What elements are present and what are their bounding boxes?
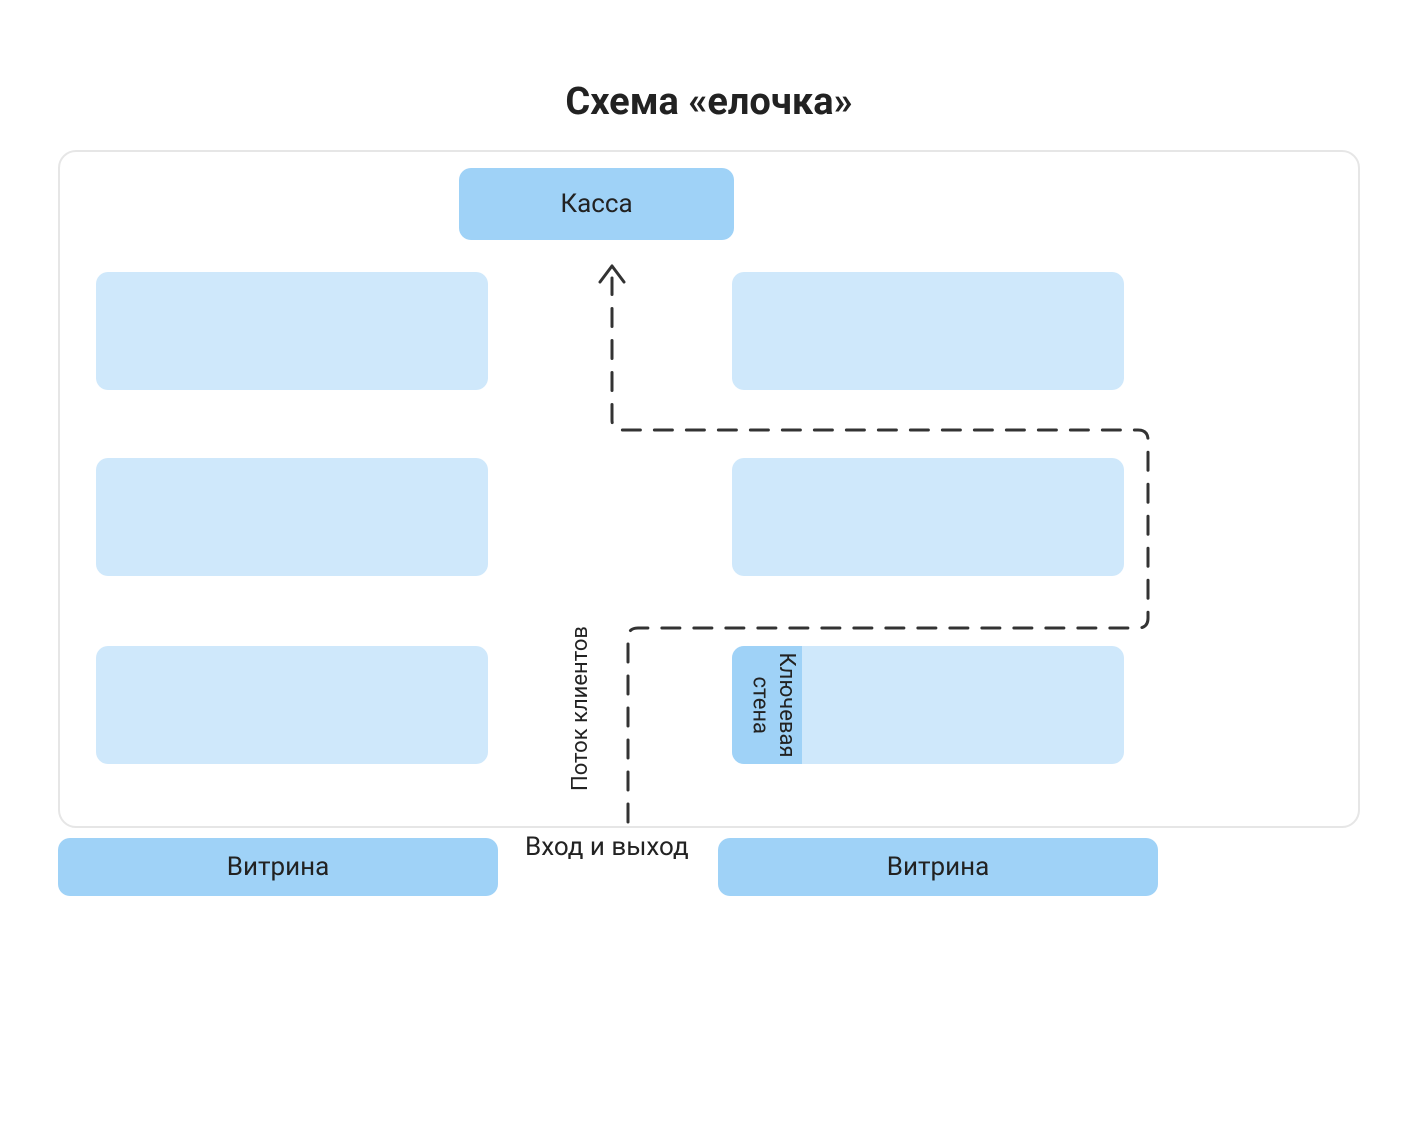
shelf-right-1: [732, 272, 1124, 390]
vitrine-left-label: Витрина: [227, 852, 329, 882]
flow-label: Поток клиентов: [568, 626, 593, 791]
shelf-left-3: [96, 646, 488, 764]
shelf-left-2: [96, 458, 488, 576]
register-box: Касса: [459, 168, 734, 240]
keywall-box: Ключевая стена: [732, 646, 1124, 764]
shelf-right-2: [732, 458, 1124, 576]
vitrine-right-label: Витрина: [887, 852, 989, 882]
keywall-label: Ключевая стена: [746, 652, 799, 757]
shelf-left-1: [96, 272, 488, 390]
vitrine-left: Витрина: [58, 838, 498, 896]
register-label: Касса: [459, 168, 734, 240]
vitrine-right: Витрина: [718, 838, 1158, 896]
diagram-title: Схема «елочка»: [0, 80, 1418, 124]
entrance-label: Вход и выход: [525, 832, 689, 862]
